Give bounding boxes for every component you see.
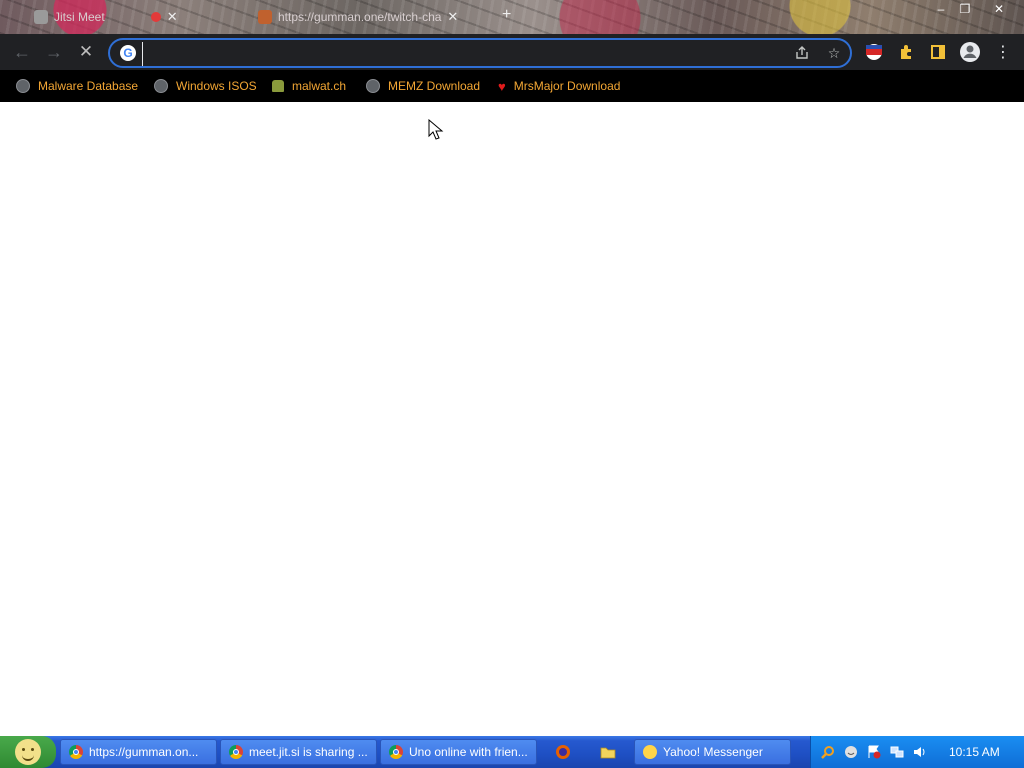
task-label: Uno online with frien... <box>409 745 528 759</box>
bookmark-malwatch[interactable]: malwat.ch <box>272 76 346 96</box>
system-tray: 10:15 AM <box>810 736 1024 768</box>
forward-button[interactable]: → <box>42 41 66 63</box>
tab-gumman[interactable]: https://gumman.one/twitch-cha ✕ <box>258 6 458 28</box>
task-label: https://gumman.on... <box>89 745 199 759</box>
tab-label: Jitsi Meet <box>54 10 105 24</box>
close-icon[interactable]: ✕ <box>447 9 458 25</box>
heart-icon: ♥ <box>498 78 506 94</box>
extensions-puzzle-icon[interactable] <box>895 41 917 63</box>
side-panel-icon[interactable] <box>927 41 949 63</box>
menu-kebab-icon[interactable]: ⋮ <box>992 41 1014 63</box>
folder-icon[interactable] <box>600 744 616 760</box>
chrome-icon <box>69 745 83 759</box>
clock: 10:15 AM <box>949 745 1000 759</box>
chrome-icon <box>229 745 243 759</box>
tab-jitsi-meet[interactable]: Jitsi Meet ✕ <box>34 6 178 28</box>
page-content[interactable] <box>0 102 1024 736</box>
address-input[interactable] <box>142 42 767 66</box>
taskbar: https://gumman.on... meet.jit.si is shar… <box>0 736 1024 768</box>
smiley-icon <box>15 739 41 765</box>
start-button[interactable] <box>0 736 56 768</box>
task-yahoo-messenger[interactable]: Yahoo! Messenger <box>634 739 791 765</box>
omnibox[interactable]: G ☆ <box>108 38 852 68</box>
messenger-tray-icon[interactable] <box>844 745 858 759</box>
globe-icon <box>154 79 168 93</box>
bookmark-label: MrsMajor Download <box>513 79 621 93</box>
chrome-icon <box>389 745 403 759</box>
site-icon <box>258 10 272 24</box>
search-icon[interactable] <box>821 745 835 759</box>
bookmark-memz-download[interactable]: MEMZ Download <box>366 76 480 96</box>
back-button[interactable]: ← <box>10 41 34 63</box>
bookmark-label: malwat.ch <box>292 79 347 93</box>
google-icon: G <box>120 45 136 61</box>
bookmark-malware-database[interactable]: Malware Database <box>16 76 138 96</box>
tab-label: https://gumman.one/twitch-cha <box>278 10 442 24</box>
bookmark-label: Windows ISOS <box>176 79 257 93</box>
flag-extension-icon[interactable] <box>863 41 885 63</box>
globe-icon <box>366 79 380 93</box>
task-label: Yahoo! Messenger <box>663 745 763 759</box>
mouse-cursor-icon <box>428 119 444 140</box>
stop-loading-button[interactable]: ✕ <box>74 41 98 63</box>
minimize-button[interactable]: – <box>930 0 952 18</box>
tab-strip: Jitsi Meet ✕ https://gumman.one/twitch-c… <box>0 0 1024 34</box>
restore-button[interactable]: ❐ <box>954 0 976 18</box>
globe-icon <box>16 79 30 93</box>
bookmark-windows-isos[interactable]: Windows ISOS <box>154 76 257 96</box>
new-tab-button[interactable]: + <box>502 6 511 24</box>
bookmark-mrsmajor-download[interactable]: ♥ MrsMajor Download <box>498 76 620 96</box>
task-meet-jitsi[interactable]: meet.jit.si is sharing ... <box>220 739 377 765</box>
task-gumman[interactable]: https://gumman.on... <box>60 739 217 765</box>
close-window-button[interactable]: ✕ <box>988 0 1010 18</box>
recording-icon <box>150 12 161 22</box>
task-label: meet.jit.si is sharing ... <box>249 745 368 759</box>
person-icon <box>272 80 284 92</box>
share-icon[interactable] <box>792 44 812 62</box>
security-alert-icon[interactable] <box>867 745 881 759</box>
network-icon[interactable] <box>890 745 904 759</box>
bookmark-label: MEMZ Download <box>388 79 481 93</box>
firefox-icon[interactable] <box>555 744 571 760</box>
task-uno-online[interactable]: Uno online with frien... <box>380 739 537 765</box>
close-icon[interactable]: ✕ <box>167 9 178 25</box>
yahoo-icon <box>643 745 657 759</box>
bookmark-label: Malware Database <box>38 79 139 93</box>
camera-icon <box>34 10 48 24</box>
bookmarks-bar: Malware Database Windows ISOS malwat.ch … <box>0 70 1024 102</box>
profile-avatar-icon[interactable] <box>959 41 981 63</box>
volume-icon[interactable] <box>913 745 927 759</box>
bookmark-star-icon[interactable]: ☆ <box>824 44 844 62</box>
browser-toolbar: ← → ✕ G ☆ ⋮ <box>0 34 1024 70</box>
